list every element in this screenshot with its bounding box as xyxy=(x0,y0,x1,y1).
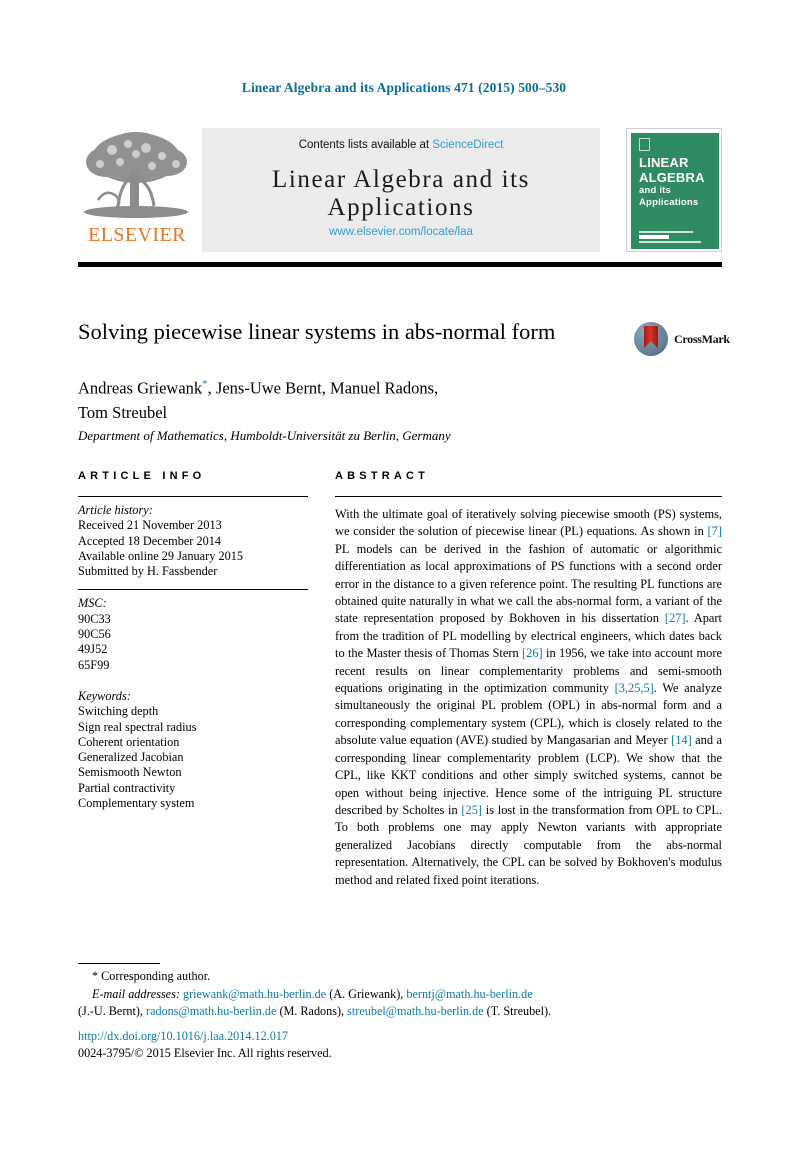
email-owner-bernt: (J.-U. Bernt), xyxy=(78,1004,143,1019)
cover-footer-marks xyxy=(639,231,709,245)
abstract-text: With the ultimate goal of iteratively so… xyxy=(335,497,722,889)
crossmark-circle-icon xyxy=(634,322,668,356)
authors-rest: , Jens-Uwe Bernt, Manuel Radons, xyxy=(207,378,439,398)
email-link-griewank[interactable]: griewank@math.hu-berlin.de xyxy=(183,987,326,1001)
keywords-label: Keywords: xyxy=(78,688,131,703)
history-accepted: Accepted 18 December 2014 xyxy=(78,533,222,548)
author-streubel: Tom Streubel xyxy=(78,402,168,422)
email-owner-radons: (M. Radons), xyxy=(279,1004,345,1019)
cover-line-4: Applications xyxy=(639,196,699,208)
journal-url-link[interactable]: www.elsevier.com/locate/laa xyxy=(202,226,600,238)
msc-label: MSC: xyxy=(78,596,107,611)
citation-25[interactable]: [25] xyxy=(461,803,482,817)
article-info-column: Article history: Received 21 November 20… xyxy=(78,496,308,811)
msc-code-1: 90C33 xyxy=(78,611,111,626)
journal-masthead: ELSEVIER Contents lists available at Sci… xyxy=(78,128,722,252)
citation-26[interactable]: [26] xyxy=(522,646,543,660)
journal-banner: Contents lists available at ScienceDirec… xyxy=(202,128,600,252)
copyright-line: 0024-3795/© 2015 Elsevier Inc. All right… xyxy=(78,1046,332,1060)
history-available-online: Available online 29 January 2015 xyxy=(78,548,244,563)
author-list: Andreas Griewank*, Jens-Uwe Bernt, Manue… xyxy=(78,372,638,425)
article-history-label: Article history: xyxy=(78,503,153,517)
email-addresses-label: E-mail addresses: xyxy=(92,986,180,1001)
elsevier-wordmark: ELSEVIER xyxy=(88,224,186,246)
citation-3-25-5[interactable]: [3,25,5] xyxy=(615,681,654,695)
citation-14[interactable]: [14] xyxy=(671,733,692,747)
keyword-1: Switching depth xyxy=(78,704,159,719)
citation-27[interactable]: [27] xyxy=(665,611,686,625)
corresponding-author-symbol: * xyxy=(92,969,99,983)
history-received: Received 21 November 2013 xyxy=(78,518,222,533)
author-griewank: Andreas Griewank xyxy=(78,378,203,398)
email-link-radons[interactable]: radons@math.hu-berlin.de xyxy=(146,1004,276,1018)
page-title: Solving piecewise linear systems in abs-… xyxy=(78,319,556,344)
cover-title-primary: LINEAR ALGEBRA xyxy=(639,155,705,185)
keywords-block: Keywords: Switching depth Sign real spec… xyxy=(78,683,308,811)
author-affiliation: Department of Mathematics, Humboldt-Univ… xyxy=(78,428,451,443)
journal-cover-art: LINEAR ALGEBRA and its Applications xyxy=(631,133,719,249)
journal-cover-thumbnail: LINEAR ALGEBRA and its Applications xyxy=(626,128,722,252)
cover-line-3: and its xyxy=(639,185,672,196)
cover-title-secondary: and its Applications xyxy=(639,185,698,208)
article-history-block: Article history: Received 21 November 20… xyxy=(78,497,308,579)
msc-block: MSC: 90C33 90C56 49J52 65F99 xyxy=(78,590,308,672)
keyword-3: Coherent orientation xyxy=(78,734,180,749)
sciencedirect-link[interactable]: ScienceDirect xyxy=(432,139,503,151)
journal-emblem-icon xyxy=(639,138,650,151)
keyword-7: Complementary system xyxy=(78,796,195,811)
doi-link[interactable]: http://dx.doi.org/10.1016/j.laa.2014.12.… xyxy=(78,1028,728,1046)
elsevier-tree-icon xyxy=(84,132,188,218)
running-head: Linear Algebra and its Applications 471 … xyxy=(241,80,567,95)
email-owner-streubel: (T. Streubel). xyxy=(486,1004,552,1019)
email-link-bernt[interactable]: berntj@math.hu-berlin.de xyxy=(406,987,532,1001)
email-link-streubel[interactable]: streubel@math.hu-berlin.de xyxy=(347,1004,483,1018)
msc-code-3: 49J52 xyxy=(78,642,108,657)
crossmark-label: CrossMark xyxy=(674,332,730,346)
footnote-rule xyxy=(78,963,160,964)
citation-7[interactable]: [7] xyxy=(708,524,722,538)
keyword-6: Partial contractivity xyxy=(78,780,176,795)
history-submitted-by: Submitted by H. Fassbender xyxy=(78,564,218,579)
corresponding-author-note: Corresponding author. xyxy=(101,969,211,983)
abstract-part-1: With the ultimate goal of iteratively so… xyxy=(335,507,722,539)
contents-prefix: Contents lists available at xyxy=(298,139,433,151)
msc-code-2: 90C56 xyxy=(78,627,111,642)
keyword-5: Semismooth Newton xyxy=(78,765,182,780)
journal-title: Linear Algebra and its Applications xyxy=(271,166,531,221)
msc-code-4: 65F99 xyxy=(78,657,110,672)
cover-line-2: ALGEBRA xyxy=(639,170,705,185)
crossmark-ribbon-icon xyxy=(644,326,658,348)
crossmark-badge[interactable]: CrossMark xyxy=(634,322,730,356)
abstract-heading: ABSTRACT xyxy=(335,470,430,482)
email-owner-griewank: (A. Griewank), xyxy=(329,986,404,1001)
contents-available-line: Contents lists available at ScienceDirec… xyxy=(202,139,600,151)
keyword-4: Generalized Jacobian xyxy=(78,750,184,765)
elsevier-logo: ELSEVIER xyxy=(78,128,196,252)
keyword-2: Sign real spectral radius xyxy=(78,719,197,734)
cover-line-1: LINEAR xyxy=(639,155,689,170)
masthead-divider xyxy=(78,262,722,267)
article-info-heading: ARTICLE INFO xyxy=(78,470,206,482)
journal-article-first-page: Linear Algebra and its Applications 471 … xyxy=(0,0,808,1162)
abstract-column: With the ultimate goal of iteratively so… xyxy=(335,496,722,889)
footnote-block: * Corresponding author. E-mail addresses… xyxy=(78,968,728,1021)
